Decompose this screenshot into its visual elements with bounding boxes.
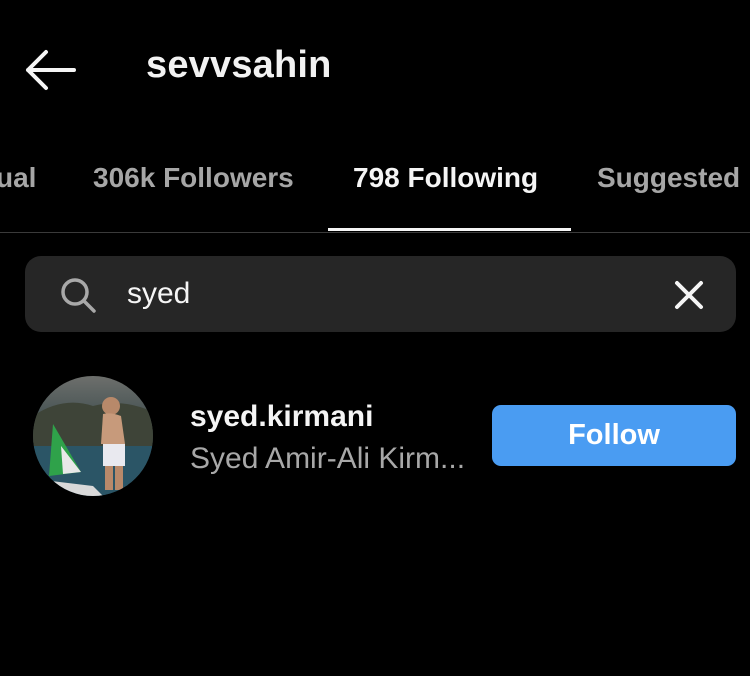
page-title: sevvsahin <box>146 44 332 86</box>
tab-suggested[interactable]: Suggested <box>597 162 740 194</box>
result-full-name: Syed Amir-Ali Kirm... <box>190 442 466 475</box>
search-icon <box>61 278 96 313</box>
arrow-left-icon <box>26 50 76 90</box>
close-icon[interactable] <box>672 278 706 312</box>
back-button[interactable] <box>22 48 78 92</box>
tab-followers[interactable]: 306k Followers <box>93 162 294 194</box>
search-input[interactable] <box>127 270 647 318</box>
list-item[interactable]: syed.kirmani Syed Amir-Ali Kirm... Follo… <box>0 370 750 500</box>
follow-button[interactable]: Follow <box>492 405 736 466</box>
result-username[interactable]: syed.kirmani <box>190 400 373 434</box>
profile-photo <box>33 376 153 496</box>
tab-following[interactable]: 798 Following <box>353 162 538 194</box>
active-tab-indicator <box>328 228 571 231</box>
tab-mutual[interactable]: ual <box>0 162 36 194</box>
avatar[interactable] <box>33 376 153 496</box>
search-bar <box>25 256 736 332</box>
top-bar: sevvsahin <box>0 0 750 135</box>
tab-bar: ual 306k Followers 798 Following Suggest… <box>0 150 750 233</box>
